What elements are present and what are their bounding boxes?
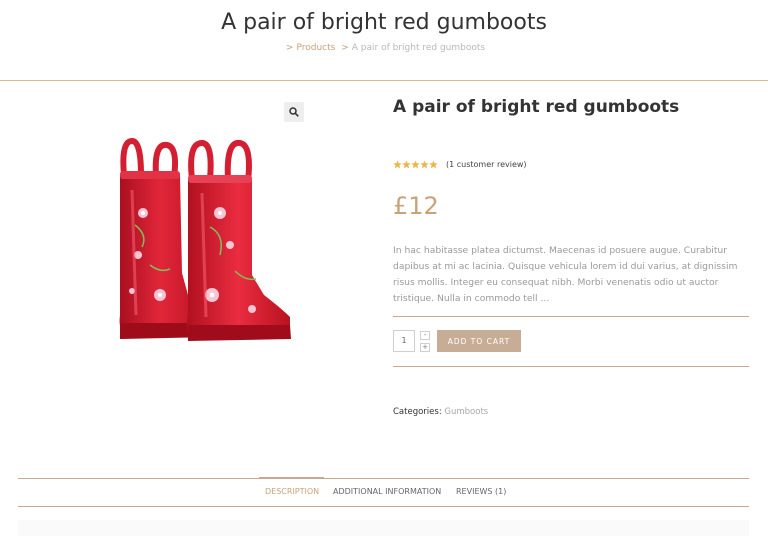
gumboots-image [119, 137, 291, 341]
breadcrumb-separator: > [341, 43, 349, 53]
product-image[interactable] [20, 95, 310, 385]
breadcrumb-separator: > [285, 43, 294, 53]
search-icon [289, 107, 299, 117]
header-divider [0, 80, 768, 81]
quantity-decrease-button[interactable]: - [420, 331, 430, 340]
add-to-cart-button[interactable]: ADD TO CART [437, 330, 521, 352]
tabs-divider-bottom [18, 506, 749, 507]
category-link-gumboots[interactable]: Gumboots [444, 407, 488, 417]
categories-label: Categories: [393, 407, 442, 417]
product-rating: (1 customer review) [393, 158, 527, 170]
star-icon [429, 159, 438, 168]
tab-reviews[interactable]: REVIEWS (1) [456, 487, 506, 496]
tab-panel [18, 520, 749, 536]
product-price: £12 [393, 192, 439, 220]
short-description: In hac habitasse platea dictumst. Maecen… [393, 245, 738, 304]
product-title: A pair of bright red gumboots [393, 97, 680, 117]
breadcrumb-item-products[interactable]: Products [296, 43, 335, 53]
star-icon [393, 159, 402, 168]
breadcrumb: > Products > A pair of bright red gumboots [0, 43, 768, 53]
star-icon [402, 159, 411, 168]
star-icon [420, 159, 429, 168]
customer-review-link[interactable]: (1 customer review) [446, 160, 527, 169]
zoom-button[interactable] [284, 102, 304, 122]
cart-divider-bottom [393, 366, 749, 367]
quantity-increase-button[interactable]: + [420, 343, 430, 352]
quantity-input[interactable]: 1 [393, 330, 415, 352]
star-icon [411, 159, 420, 168]
star-rating [393, 159, 438, 169]
page-header: A pair of bright red gumboots > Products … [0, 0, 768, 80]
breadcrumb-item-current: A pair of bright red gumboots [351, 43, 486, 53]
active-tab-indicator [259, 477, 324, 479]
tabs-divider-top [18, 478, 749, 479]
product-page: A pair of bright red gumboots > Products … [0, 0, 768, 536]
page-title: A pair of bright red gumboots [221, 10, 547, 35]
cart-divider-top [393, 316, 749, 317]
product-categories: Categories: Gumboots [393, 407, 488, 417]
tab-description[interactable]: DESCRIPTION [265, 487, 319, 496]
tab-additional-information[interactable]: ADDITIONAL INFORMATION [333, 487, 441, 496]
